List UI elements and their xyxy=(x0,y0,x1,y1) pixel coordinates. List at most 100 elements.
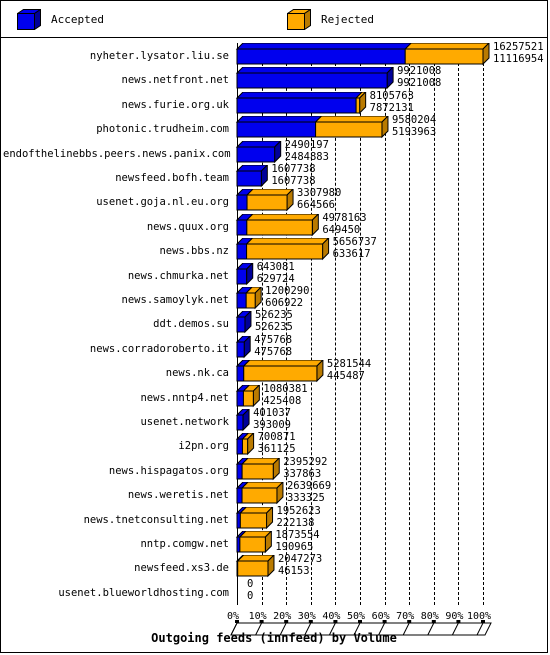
cube-icon xyxy=(17,8,41,30)
table-row: 3307980 664566 xyxy=(229,187,547,212)
table-row: 2639669 333325 xyxy=(229,480,547,505)
table-row: 1080381 425408 xyxy=(229,383,547,407)
value-label-total: 0 xyxy=(247,577,254,590)
value-label-total: 2047273 xyxy=(277,553,323,566)
value-label-accepted: 222138 xyxy=(276,516,315,529)
table-row: 2047273 46153 xyxy=(229,553,547,578)
stacked-bar xyxy=(235,555,275,578)
chart-title: Outgoing feeds (innfeed) by Volume xyxy=(151,631,397,645)
stacked-bar xyxy=(235,457,280,481)
value-label-accepted: 606922 xyxy=(265,297,304,309)
stacked-bar xyxy=(235,360,324,383)
chart-legend: Accepted Rejected xyxy=(1,1,547,38)
table-row: 643081 629724 xyxy=(229,260,547,285)
value-label-accepted: 46153 xyxy=(277,565,310,578)
table-row: 5281544 445487 xyxy=(229,358,547,383)
table-row: 8105763 7872131 xyxy=(229,89,547,115)
value-label-total: 9921008 xyxy=(397,65,442,78)
stacked-bar xyxy=(235,238,330,261)
x-tick-label: 100% xyxy=(466,611,492,622)
value-label-accepted: 526235 xyxy=(254,321,293,334)
table-row: 5656737 633617 xyxy=(229,236,547,261)
value-label-total: 1200290 xyxy=(265,285,310,297)
value-label-total: 643081 xyxy=(256,260,295,273)
category-label: news.samoylyk.net xyxy=(121,294,229,306)
table-row: 1873554 190965 xyxy=(229,529,547,554)
table-row: 526235 526235 xyxy=(229,309,547,334)
category-label: news.nntp4.net xyxy=(140,391,229,404)
table-row: 1952623 222138 xyxy=(229,504,547,529)
value-label-accepted: 9921008 xyxy=(397,77,442,90)
category-label: news.nk.ca xyxy=(165,367,229,380)
table-row: 700871 361125 xyxy=(229,431,547,456)
value-label-total: 1952623 xyxy=(276,504,321,517)
table-row: 16257521 11116954 xyxy=(229,41,547,66)
value-label-total: 5281544 xyxy=(326,358,372,371)
value-label-total: 2639669 xyxy=(286,480,332,493)
stacked-bar xyxy=(235,116,389,139)
value-label-total: 1873554 xyxy=(275,529,320,541)
cube-icon xyxy=(287,8,311,30)
category-label: news.netfront.net xyxy=(121,74,229,87)
value-label-accepted: 11116954 xyxy=(493,53,544,65)
category-label: news.chmurka.net xyxy=(127,269,229,282)
table-row: 475768 475768 xyxy=(229,333,547,359)
value-label-accepted: 664566 xyxy=(297,199,335,212)
legend-label-rejected: Rejected xyxy=(321,12,374,26)
value-label-accepted: 190965 xyxy=(275,541,314,553)
value-label-total: 526235 xyxy=(254,309,293,322)
value-label-total: 16257521 xyxy=(493,41,544,53)
table-row: 1200290 606922 xyxy=(229,285,547,310)
category-label: nyheter.lysator.liu.se xyxy=(89,50,229,62)
value-label-total: 5656737 xyxy=(332,236,377,249)
value-label-total: 1607738 xyxy=(271,163,316,175)
value-axis-labels: 0% 10% 20% 30% 40% 50% 60% 70% 80% 90% 100% xyxy=(227,611,547,625)
value-label-accepted: 361125 xyxy=(257,443,296,456)
value-label-accepted: 425408 xyxy=(263,394,302,407)
stacked-bar xyxy=(235,213,320,237)
stacked-bar xyxy=(235,482,284,505)
category-label: nntp.comgw.net xyxy=(140,538,229,550)
value-label-total: 475768 xyxy=(254,333,293,346)
value-label-accepted: 7872131 xyxy=(369,101,414,114)
category-label: endofthelinebbs.peers.news.panix.com xyxy=(3,147,231,160)
category-label: news.corradoroberto.it xyxy=(89,342,229,355)
value-label-accepted: 649450 xyxy=(322,223,361,236)
table-row: 9921008 9921008 xyxy=(229,65,547,90)
value-label-total: 2490197 xyxy=(284,138,329,151)
category-label: newsfeed.bofh.team xyxy=(115,172,229,184)
value-label-accepted: 2484883 xyxy=(284,150,329,163)
legend-label-accepted: Accepted xyxy=(51,12,104,26)
value-label-accepted: 337863 xyxy=(283,467,322,480)
value-label-accepted: 633617 xyxy=(332,248,371,261)
category-label: news.furie.org.uk xyxy=(121,98,229,111)
value-label-total: 700871 xyxy=(257,431,296,444)
legend-entry-rejected: Rejected xyxy=(287,8,374,30)
value-label-accepted: 629724 xyxy=(256,272,295,285)
table-row: 00 xyxy=(229,577,547,602)
category-label: news.weretis.net xyxy=(127,489,229,502)
value-label-total: 2395292 xyxy=(283,455,328,468)
category-label: newsfeed.xs3.de xyxy=(134,562,229,575)
stacked-bar xyxy=(235,140,282,163)
value-label-accepted: 445487 xyxy=(326,370,365,383)
stacked-bar xyxy=(235,189,294,212)
legend-entry-accepted: Accepted xyxy=(17,8,104,30)
plot-area: 16257521 11116954 9921008 9921008 8105763 787… xyxy=(227,37,547,653)
category-label: usenet.blueworldhosting.com xyxy=(58,586,229,599)
table-row: 1607738 1607738 xyxy=(229,163,547,188)
category-label: news.quux.org xyxy=(146,220,229,233)
value-label-total: 401037 xyxy=(253,407,291,419)
value-label-accepted: 5193963 xyxy=(391,126,437,139)
value-label-total: 4978163 xyxy=(322,211,367,224)
category-label: i2pn.org xyxy=(178,440,229,453)
stacked-bar xyxy=(235,67,394,90)
value-label-total: 8105763 xyxy=(369,89,414,102)
table-row: 4978163 649450 xyxy=(229,211,547,237)
table-row: 2490197 2484883 xyxy=(229,138,547,163)
category-label: photonic.trudheim.com xyxy=(96,123,229,136)
table-row: 2395292 337863 xyxy=(229,455,547,481)
table-row: 401037 393009 xyxy=(229,407,547,432)
table-row: 9580204 5193963 xyxy=(229,114,547,139)
value-label-total: 9580204 xyxy=(391,114,437,127)
